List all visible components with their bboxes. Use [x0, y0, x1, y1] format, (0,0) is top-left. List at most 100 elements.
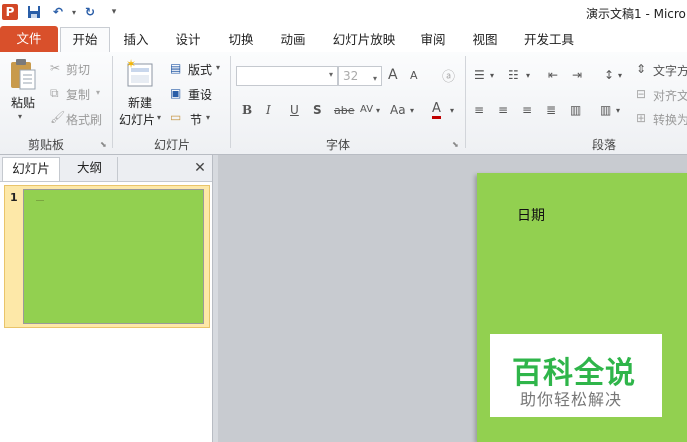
slides-pane-tabs: 幻灯片 大纲 ✕: [0, 155, 212, 182]
group-separator: [465, 56, 466, 148]
columns-dropdown-icon[interactable]: ▾: [616, 106, 620, 115]
numbering-icon[interactable]: ☷: [508, 68, 519, 82]
font-name-combo[interactable]: ▾: [236, 66, 338, 86]
shadow-button[interactable]: S: [313, 103, 322, 117]
shrink-font-icon[interactable]: A: [410, 69, 418, 82]
tab-developer[interactable]: 开发工具: [518, 28, 580, 52]
section-button[interactable]: 节: [190, 111, 202, 128]
font-color-dropdown-icon[interactable]: ▾: [450, 106, 454, 115]
new-slide-label-1[interactable]: 新建: [128, 94, 152, 111]
customize-quick-access-icon[interactable]: ▾: [106, 4, 122, 20]
align-text-icon: ⊟: [636, 87, 647, 101]
font-size-value: 32: [343, 69, 359, 83]
change-case-dropdown-icon[interactable]: ▾: [410, 106, 414, 115]
grow-font-icon[interactable]: A: [388, 67, 398, 83]
convert-smartart-button[interactable]: 转换为: [653, 111, 687, 128]
tab-animations[interactable]: 动画: [271, 28, 315, 52]
undo-dropdown-icon[interactable]: ▾: [66, 4, 82, 20]
paragraph-group-label: 段落: [592, 138, 617, 152]
new-slide-icon[interactable]: ✶: [124, 57, 156, 90]
font-launcher-icon[interactable]: ⬊: [452, 140, 459, 149]
text-direction-button[interactable]: 文字方: [653, 62, 687, 79]
thumbnail-text-mark: [36, 200, 44, 201]
tab-design[interactable]: 设计: [166, 28, 210, 52]
save-icon[interactable]: [26, 4, 42, 20]
font-group-label: 字体: [326, 138, 351, 152]
window-title: 演示文稿1 - Micro: [586, 7, 686, 21]
undo-icon[interactable]: ↶: [50, 4, 66, 20]
svg-text:✶: ✶: [126, 58, 136, 71]
character-spacing-button[interactable]: AV: [360, 104, 373, 115]
underline-button[interactable]: U: [290, 103, 299, 117]
align-center-icon[interactable]: ≡: [498, 103, 508, 117]
format-painter-icon: 🖌: [50, 110, 66, 124]
numbering-dropdown-icon[interactable]: ▾: [526, 71, 530, 80]
reset-button[interactable]: 重设: [188, 86, 212, 103]
clear-formatting-icon[interactable]: ⓐ: [442, 66, 455, 85]
watermark-logo: 百科全说 助你轻松解决: [490, 334, 662, 417]
close-pane-icon[interactable]: ✕: [190, 157, 210, 181]
layout-dropdown-icon[interactable]: ▾: [216, 63, 220, 72]
change-case-button[interactable]: Aa: [390, 103, 406, 117]
font-name-dropdown-icon[interactable]: ▾: [329, 70, 333, 79]
group-separator: [112, 56, 113, 148]
new-slide-label-2[interactable]: 幻灯片: [119, 111, 155, 128]
slide-thumbnail[interactable]: [23, 189, 204, 324]
clipboard-launcher-icon[interactable]: ⬊: [100, 140, 107, 149]
line-spacing-icon[interactable]: ↕: [604, 68, 614, 82]
new-slide-dropdown-icon[interactable]: ▾: [157, 113, 161, 122]
smartart-icon: ⊞: [636, 111, 647, 125]
slide-date-text[interactable]: 日期: [517, 205, 545, 225]
copy-button[interactable]: 复制: [66, 86, 90, 103]
tab-home[interactable]: 开始: [60, 27, 110, 53]
character-spacing-dropdown-icon[interactable]: ▾: [376, 106, 380, 115]
font-size-combo[interactable]: 32 ▾: [338, 66, 382, 86]
ribbon-tabs: 文件 开始 插入 设计 切换 动画 幻灯片放映 审阅 视图 开发工具: [0, 24, 687, 53]
paste-button[interactable]: 粘贴: [11, 94, 35, 111]
align-right-icon[interactable]: ≡: [522, 103, 532, 117]
italic-button[interactable]: I: [266, 103, 271, 117]
bullets-icon[interactable]: ☰: [474, 68, 485, 82]
powerpoint-app-icon[interactable]: P: [2, 4, 18, 20]
align-left-icon[interactable]: ≡: [474, 103, 484, 117]
align-text-button[interactable]: 对齐文: [653, 87, 687, 104]
decrease-indent-icon[interactable]: ⇤: [548, 68, 558, 82]
paste-dropdown-icon[interactable]: ▾: [18, 112, 22, 121]
scissors-icon: ✂: [50, 61, 61, 75]
font-size-dropdown-icon[interactable]: ▾: [373, 70, 377, 88]
copy-icon: ⧉: [50, 86, 59, 100]
tab-file[interactable]: 文件: [0, 26, 58, 52]
layout-icon: ▤: [170, 61, 182, 75]
section-icon: ▭: [170, 110, 182, 124]
format-painter-button[interactable]: 格式刷: [66, 111, 102, 128]
justify-icon[interactable]: ≣: [546, 103, 556, 117]
bold-button[interactable]: B: [242, 103, 252, 117]
text-direction-icon: ⇕: [636, 62, 647, 76]
distributed-icon[interactable]: ▥: [570, 103, 581, 117]
tab-view[interactable]: 视图: [463, 28, 507, 52]
tab-slides[interactable]: 幻灯片: [2, 157, 60, 181]
redo-icon[interactable]: ↻: [82, 4, 98, 20]
pane-splitter[interactable]: [212, 155, 218, 442]
slides-group-label: 幻灯片: [154, 138, 191, 152]
columns-icon[interactable]: ▥: [600, 103, 611, 117]
tab-review[interactable]: 审阅: [411, 28, 455, 52]
slide-number: 1: [10, 191, 18, 204]
paste-icon[interactable]: [8, 58, 38, 92]
bullets-dropdown-icon[interactable]: ▾: [490, 71, 494, 80]
ribbon: 粘贴 ▾ ✂ 剪切 ⧉ 复制 ▾ 🖌 格式刷 剪贴板 ⬊ ✶ 新建 幻灯片 ▾ …: [0, 52, 687, 155]
line-spacing-dropdown-icon[interactable]: ▾: [618, 71, 622, 80]
font-color-button[interactable]: A: [432, 102, 441, 119]
section-dropdown-icon[interactable]: ▾: [206, 113, 210, 122]
cut-button[interactable]: 剪切: [66, 61, 90, 78]
tab-slideshow[interactable]: 幻灯片放映: [328, 28, 400, 52]
layout-button[interactable]: 版式: [188, 61, 212, 78]
watermark-subtitle: 助你轻松解决: [520, 390, 623, 409]
increase-indent-icon[interactable]: ⇥: [572, 68, 582, 82]
copy-dropdown-icon[interactable]: ▾: [96, 88, 100, 97]
tab-outline[interactable]: 大纲: [62, 157, 118, 181]
tab-transitions[interactable]: 切换: [219, 28, 263, 52]
tab-insert[interactable]: 插入: [114, 28, 158, 52]
strikethrough-button[interactable]: abe: [334, 104, 355, 117]
title-bar: P ↶ ▾ ↻ ▾ 演示文稿1 - Micro: [0, 0, 687, 24]
